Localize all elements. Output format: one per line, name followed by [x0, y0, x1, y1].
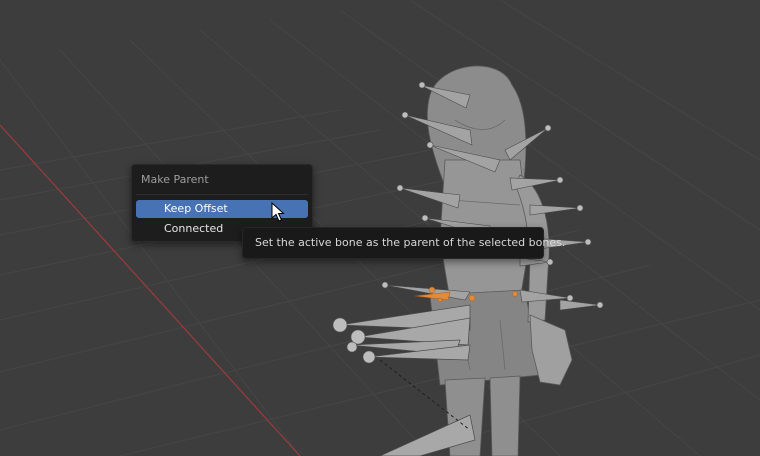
mouse-pointer-icon [271, 202, 285, 222]
menu-item-label: Connected [164, 222, 224, 235]
tooltip-text: Set the active bone as the parent of the… [255, 236, 566, 249]
tooltip: Set the active bone as the parent of the… [242, 227, 565, 259]
menu-item-label: Keep Offset [164, 202, 228, 215]
menu-separator [136, 194, 308, 195]
menu-title: Make Parent [141, 173, 209, 186]
